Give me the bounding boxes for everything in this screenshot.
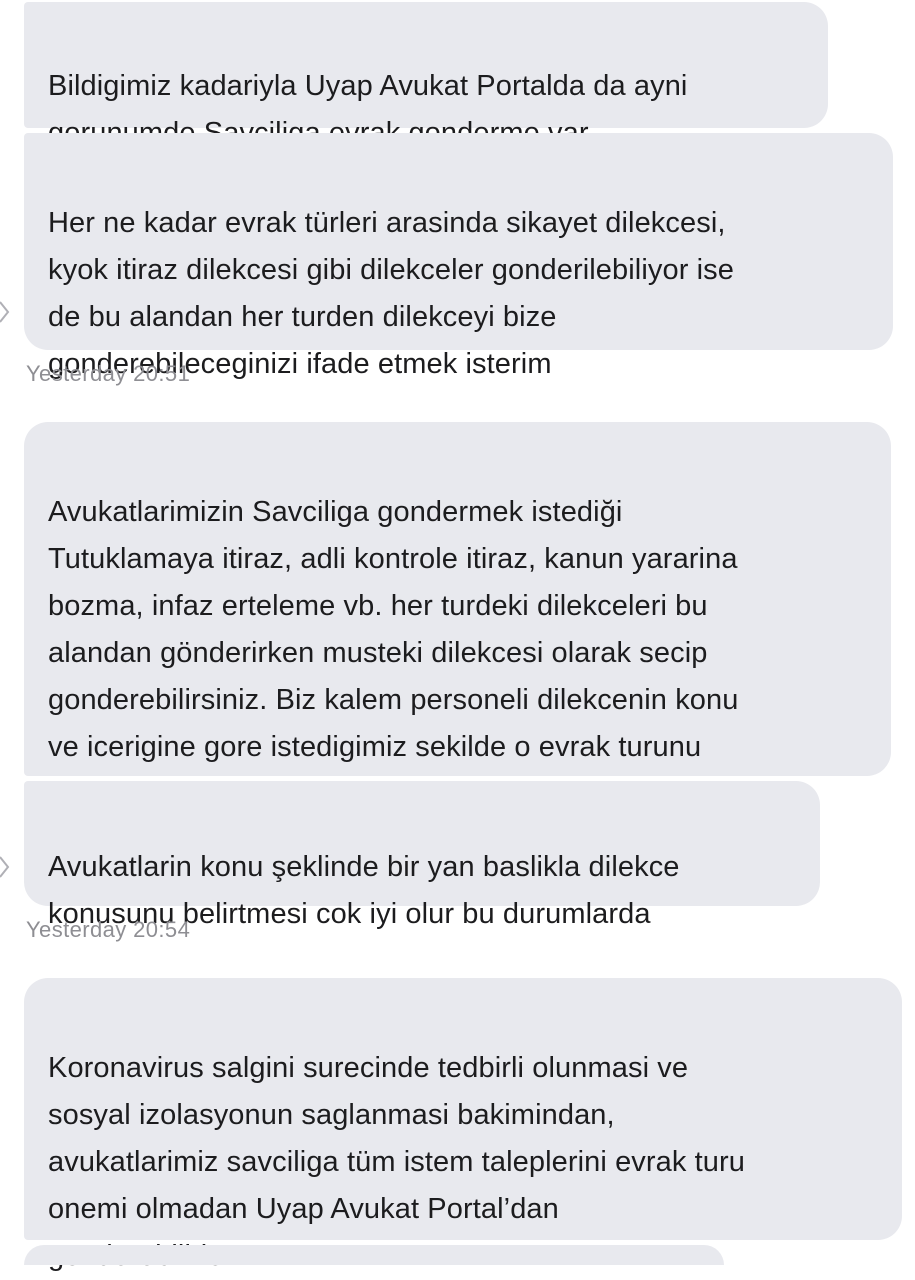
message-bubble[interactable]: Avukatlarin konu şeklinde bir yan baslik… xyxy=(24,781,820,930)
message-bubble[interactable]: Bildigimiz kadariyla Uyap Avukat Portald… xyxy=(24,2,828,149)
message-text: Koronavirus salgini surecinde tedbirli o… xyxy=(48,1052,746,1272)
message-bubble-partial[interactable] xyxy=(24,1245,724,1265)
message-timestamp: Yesterday 20:51 xyxy=(26,361,191,386)
message-bubble[interactable]: Koronavirus salgini surecinde tedbirli o… xyxy=(24,978,902,1272)
message-bubble[interactable]: Avukatlarimizin Savciliga gondermek iste… xyxy=(24,422,891,810)
message-bubble[interactable]: Her ne kadar evrak türleri arasinda sika… xyxy=(24,133,893,380)
avatar[interactable] xyxy=(0,298,10,326)
message-timestamp: Yesterday 20:54 xyxy=(26,917,191,942)
message-text: Avukatlarimizin Savciliga gondermek iste… xyxy=(48,496,739,810)
message-text: Her ne kadar evrak türleri arasinda sika… xyxy=(48,207,734,380)
avatar[interactable] xyxy=(0,853,10,881)
